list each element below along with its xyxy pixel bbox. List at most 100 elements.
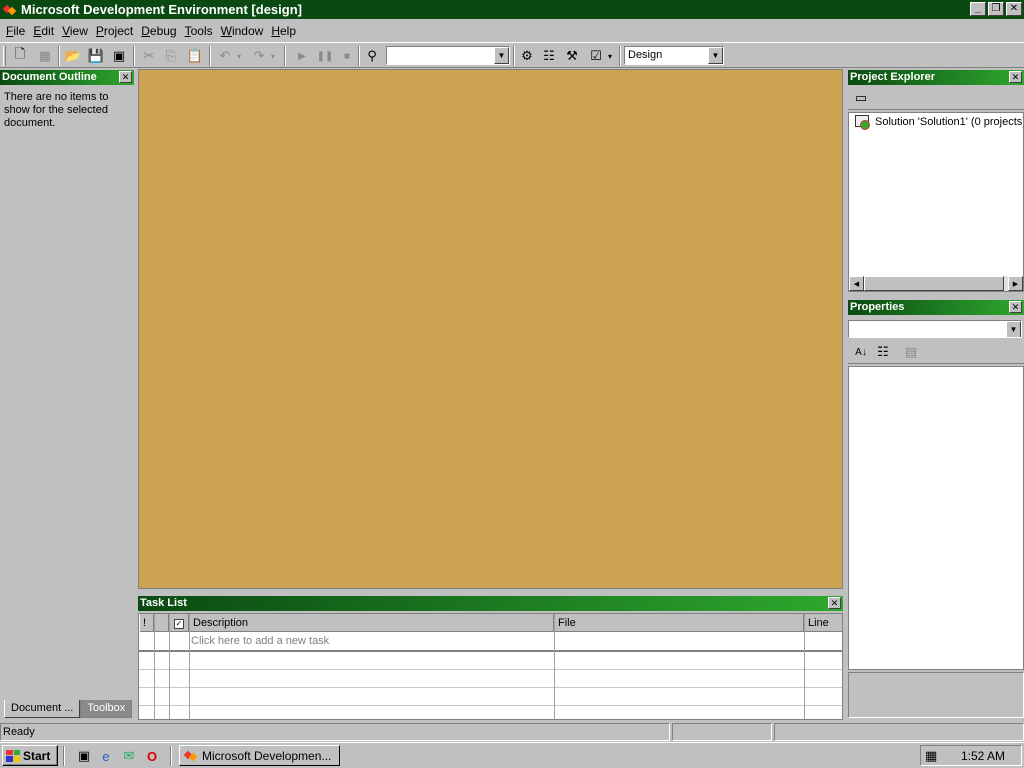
minimize-button[interactable]: _ — [970, 2, 986, 16]
task-list-table: ! ✓ Description File Line Click here to … — [138, 613, 843, 720]
close-button[interactable]: ✕ — [1006, 2, 1022, 16]
editor-area[interactable] — [138, 69, 843, 589]
cut-icon[interactable]: ✂ — [140, 47, 158, 65]
solution-icon — [855, 115, 871, 130]
scroll-left-icon[interactable]: ◀ — [849, 276, 864, 291]
chevron-down-icon[interactable]: ▼ — [494, 47, 509, 64]
close-icon[interactable]: ✕ — [1009, 71, 1022, 83]
clock[interactable]: 1:52 AM — [961, 749, 1005, 763]
properties-header: Properties ✕ — [848, 300, 1024, 315]
scroll-right-icon[interactable]: ▶ — [1008, 276, 1023, 291]
menu-window[interactable]: Window — [217, 24, 268, 38]
menu-file[interactable]: File — [2, 24, 29, 38]
tab-document-outline[interactable]: Document ... — [4, 700, 81, 718]
opera-icon[interactable]: O — [143, 747, 161, 765]
column-category[interactable] — [154, 614, 169, 632]
table-row — [139, 652, 842, 670]
column-file[interactable]: File — [554, 614, 804, 632]
taskbar-separator — [63, 746, 65, 766]
close-icon[interactable]: ✕ — [1009, 301, 1022, 313]
stop-icon[interactable]: ■ — [338, 47, 356, 65]
save-icon[interactable]: 💾 — [87, 47, 105, 65]
column-description[interactable]: Description — [189, 614, 554, 632]
task-list-title: Task List — [140, 597, 187, 609]
scheduler-icon[interactable]: ▦ — [925, 748, 937, 764]
add-task-placeholder[interactable]: Click here to add a new task — [191, 635, 329, 647]
close-icon[interactable]: ✕ — [119, 71, 132, 83]
column-priority[interactable]: ! — [139, 614, 154, 632]
toolbar-grip[interactable] — [3, 46, 6, 66]
start-debug-icon[interactable]: ▶ — [293, 47, 311, 65]
chevron-down-icon[interactable]: ▼ — [708, 47, 723, 64]
mode-combo[interactable]: Design ▼ — [624, 46, 724, 65]
menu-project[interactable]: Project — [92, 24, 137, 38]
redo-dropdown-icon[interactable]: ▾ — [268, 47, 278, 65]
properties-grid[interactable] — [848, 366, 1024, 670]
properties-window-icon[interactable]: ☷ — [540, 47, 558, 65]
new-project-icon[interactable]: 🗋 — [11, 46, 29, 65]
chevron-down-icon[interactable]: ▼ — [1006, 321, 1021, 337]
add-item-icon[interactable]: ▦ — [36, 47, 54, 65]
column-checked[interactable]: ✓ — [169, 614, 189, 632]
menu-tools[interactable]: Tools — [181, 24, 217, 38]
undo-dropdown-icon[interactable]: ▾ — [234, 47, 244, 65]
sort-alphabetic-icon[interactable]: A↓ — [852, 343, 870, 361]
taskbar-button-label: Microsoft Developmen... — [202, 748, 332, 763]
horizontal-scrollbar[interactable]: ◀ ▶ — [849, 276, 1023, 291]
menu-debug[interactable]: Debug — [137, 24, 180, 38]
outlook-express-icon[interactable]: ✉ — [120, 747, 138, 765]
mode-combo-value: Design — [628, 49, 663, 61]
property-pages-icon[interactable]: ▤ — [902, 343, 920, 361]
project-explorer-toolbar: ▭ — [848, 86, 1024, 110]
task-list-dropdown-icon[interactable]: ▾ — [605, 47, 615, 65]
taskbar-button-devenv[interactable]: Microsoft Developmen... — [179, 745, 340, 766]
internet-explorer-icon[interactable]: e — [97, 747, 115, 765]
show-desktop-icon[interactable]: ▣ — [75, 747, 93, 765]
project-explorer-icon[interactable]: ⚙ — [518, 47, 536, 65]
redo-icon[interactable]: ↷ — [250, 47, 268, 65]
find-binoculars-icon[interactable]: ⚲ — [363, 47, 381, 65]
view-object-icon[interactable]: ▭ — [852, 89, 870, 107]
start-label: Start — [23, 748, 51, 763]
tab-toolbox[interactable]: Toolbox — [80, 700, 133, 718]
close-icon[interactable]: ✕ — [828, 597, 841, 609]
windows-logo-icon — [6, 749, 20, 762]
start-button[interactable]: Start — [2, 745, 58, 766]
status-pane — [672, 723, 772, 741]
project-tree[interactable]: Solution 'Solution1' (0 projects) ◀ ▶ — [848, 112, 1024, 292]
status-pane — [774, 723, 1024, 741]
find-combo[interactable]: ▼ — [386, 46, 510, 65]
window-title: Microsoft Development Environment [desig… — [21, 2, 302, 17]
menu-help[interactable]: Help — [267, 24, 300, 38]
column-divider — [554, 614, 555, 719]
document-outline-title: Document Outline — [2, 71, 97, 83]
taskbar: Start ▣ e ✉ O Microsoft Developmen... ▦ … — [0, 742, 1024, 768]
tree-node-solution[interactable]: Solution 'Solution1' (0 projects) — [855, 115, 1023, 130]
task-list-icon[interactable]: ☑ — [587, 47, 605, 65]
title-bar: Microsoft Development Environment [desig… — [0, 0, 1024, 19]
project-explorer-header: Project Explorer ✕ — [848, 70, 1024, 85]
scrollbar-thumb[interactable] — [864, 276, 1004, 291]
document-outline-message: There are no items to show for the selec… — [4, 91, 109, 129]
menu-view[interactable]: View — [58, 24, 92, 38]
document-outline-header: Document Outline ✕ — [0, 70, 134, 85]
table-row — [139, 688, 842, 706]
task-list-column-headers: ! ✓ Description File Line — [139, 614, 842, 632]
app-icon[interactable] — [3, 3, 17, 17]
properties-title: Properties — [850, 301, 905, 313]
undo-icon[interactable]: ↶ — [216, 47, 234, 65]
open-folder-icon[interactable]: 📂 — [64, 47, 82, 65]
restore-button[interactable]: ❐ — [988, 2, 1004, 16]
standard-toolbar: 🗋 ▦ 📂 💾 ▣ ✂ ⎘ 📋 ↶ ▾ ↷ ▾ ▶ ❚❚ ■ ⚲ ▼ ⚙ ☷ ⚒… — [0, 42, 1024, 68]
properties-object-combo[interactable]: ▼ — [848, 320, 1022, 338]
column-line[interactable]: Line — [804, 614, 842, 632]
break-icon[interactable]: ❚❚ — [316, 47, 334, 65]
project-explorer-title: Project Explorer — [850, 71, 935, 83]
menu-edit[interactable]: Edit — [29, 24, 58, 38]
categorized-icon[interactable]: ☷ — [874, 343, 892, 361]
copy-icon[interactable]: ⎘ — [162, 47, 180, 65]
paste-icon[interactable]: 📋 — [186, 47, 204, 65]
save-all-icon[interactable]: ▣ — [110, 47, 128, 65]
column-divider — [169, 614, 170, 719]
toolbox-icon[interactable]: ⚒ — [563, 47, 581, 65]
